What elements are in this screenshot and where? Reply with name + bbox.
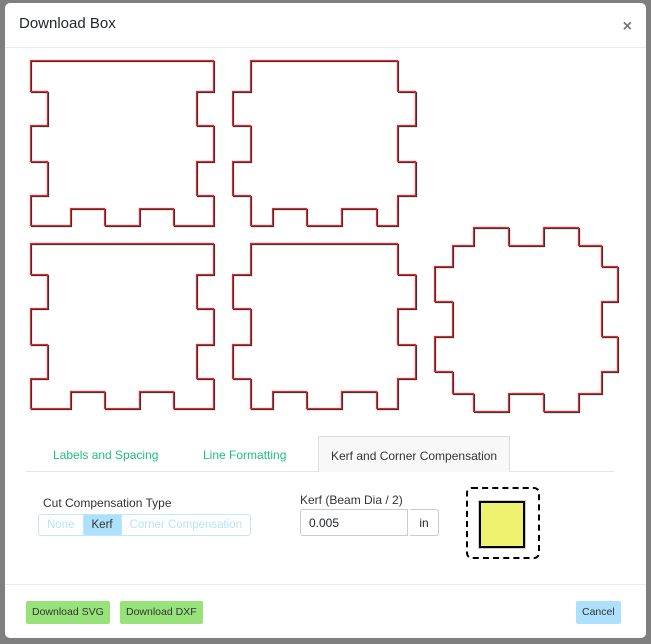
kerf-outline	[30, 60, 216, 228]
panel-front	[29, 59, 216, 228]
tab-labels-and-spacing[interactable]: Labels and Spacing	[53, 436, 158, 471]
panel-back	[29, 242, 216, 411]
cut-compensation-toggle: None Kerf Corner Compensation	[38, 514, 252, 536]
kerf-outline	[232, 243, 418, 411]
cut-outline	[29, 242, 215, 410]
tab-bar: Labels and Spacing Line Formatting Kerf …	[26, 436, 614, 472]
kerf-outline	[434, 227, 620, 414]
cut-outline	[231, 242, 417, 410]
panel-side	[231, 59, 418, 228]
box-panels-preview	[29, 59, 620, 414]
panel-side-2	[231, 242, 418, 411]
kerf-outline	[30, 243, 216, 411]
kerf-outline	[232, 60, 418, 228]
kerf-preview-swatch	[478, 500, 526, 549]
kerf-unit: in	[410, 509, 439, 536]
panel-bottom	[433, 226, 620, 414]
tab-line-formatting[interactable]: Line Formatting	[203, 436, 286, 471]
cut-outline	[231, 59, 417, 227]
tab-kerf-and-corner-compensation[interactable]: Kerf and Corner Compensation	[318, 436, 511, 472]
cut-outline	[29, 59, 215, 227]
cancel-button[interactable]: Cancel	[576, 601, 621, 624]
option-none[interactable]: None	[39, 515, 82, 535]
download-svg-button[interactable]: Download SVG	[26, 601, 110, 624]
kerf-input[interactable]: 0.005	[300, 509, 408, 536]
cut-outline	[433, 226, 619, 413]
cut-compensation-label: Cut Compensation Type	[43, 496, 172, 510]
option-corner-compensation[interactable]: Corner Compensation	[120, 515, 251, 535]
dialog-footer-divider	[5, 584, 646, 585]
option-kerf[interactable]: Kerf	[82, 515, 121, 535]
kerf-preview	[466, 487, 540, 559]
download-dxf-button[interactable]: Download DXF	[120, 601, 203, 624]
kerf-label: Kerf (Beam Dia / 2)	[300, 493, 403, 507]
